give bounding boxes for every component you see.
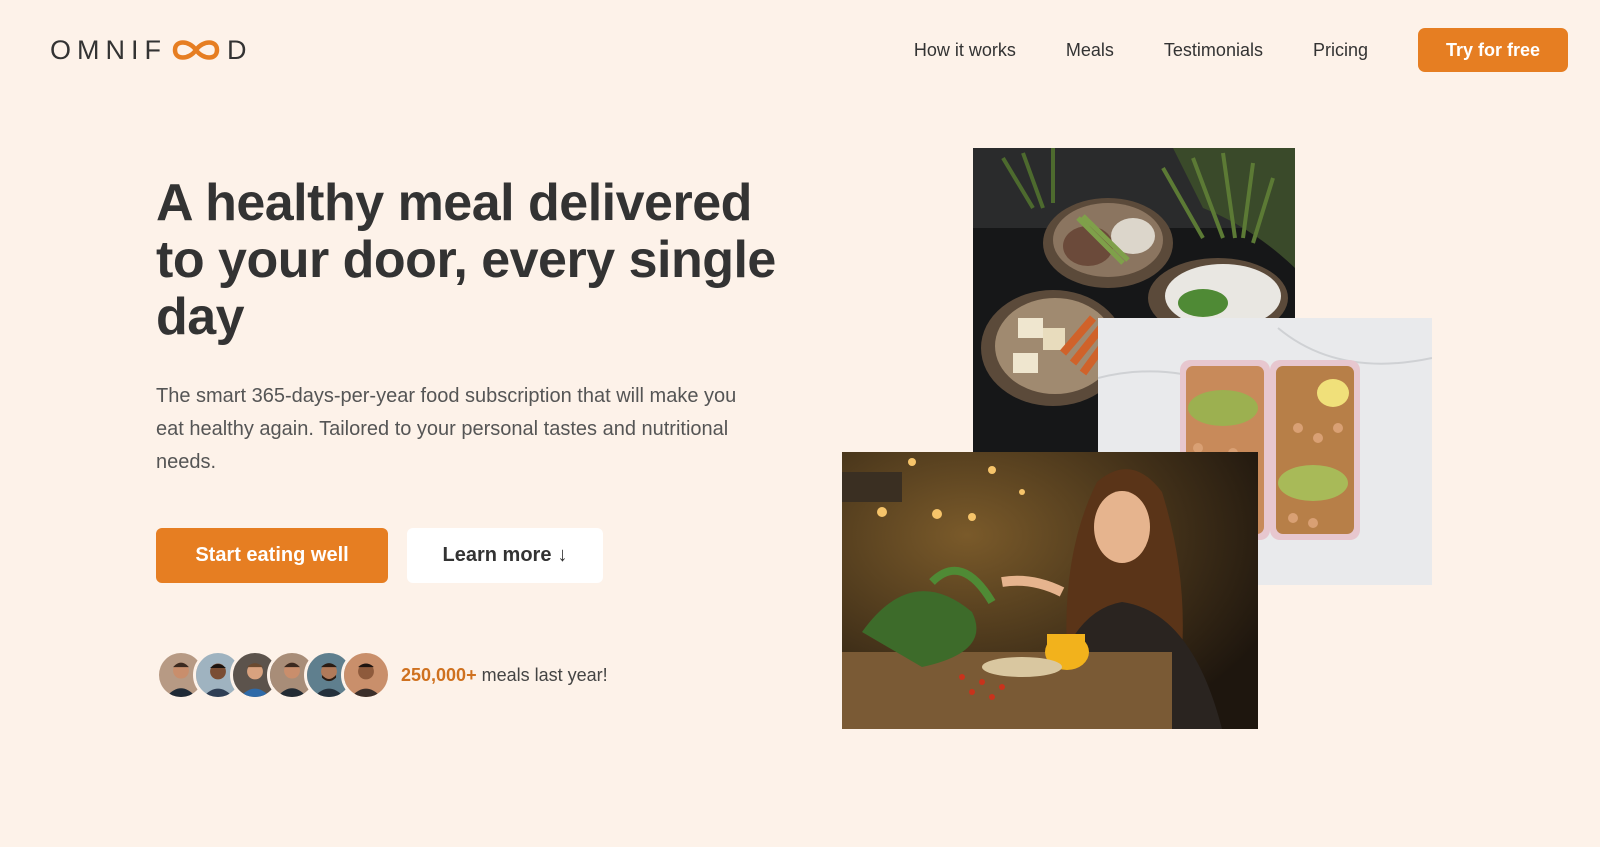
hero-description: The smart 365-days-per-year food subscri… (156, 385, 737, 473)
learn-more-label: Learn more (442, 544, 552, 566)
start-eating-well-button[interactable]: Start eating well (156, 528, 388, 583)
hero-title: A healthy meal delivered to your door, e… (156, 174, 776, 346)
learn-more-button[interactable]: Learn more ↓ (407, 528, 603, 583)
site-header: OMNIF D How it works Meals Testimonials … (0, 0, 1600, 100)
logo-text-start: OMNIF (50, 34, 167, 65)
landing-page: OMNIF D How it works Meals Testimonials … (0, 0, 1600, 847)
meals-caption: meals last year! (481, 664, 608, 685)
nav-pricing[interactable]: Pricing (1313, 40, 1368, 61)
nav-testimonials[interactable]: Testimonials (1164, 40, 1263, 61)
hero-image-woman-eating (842, 452, 1258, 729)
nav-how-it-works[interactable]: How it works (914, 40, 1016, 61)
main-nav: How it works Meals Testimonials Pricing … (914, 28, 1568, 72)
nav-meals[interactable]: Meals (1066, 40, 1114, 61)
try-for-free-button[interactable]: Try for free (1418, 28, 1568, 72)
logo-text-end: D (227, 34, 253, 65)
arrow-down-icon: ↓ (557, 544, 568, 566)
meals-delivered-text: 250,000+ meals last year! (401, 665, 608, 686)
logo[interactable]: OMNIF D (50, 35, 253, 66)
infinity-logo-icon (172, 40, 220, 60)
meals-delivered: 250,000+ meals last year! (156, 648, 608, 702)
meals-count: 250,000+ (401, 664, 477, 685)
customer-avatars (156, 650, 391, 700)
avatar (341, 650, 391, 700)
